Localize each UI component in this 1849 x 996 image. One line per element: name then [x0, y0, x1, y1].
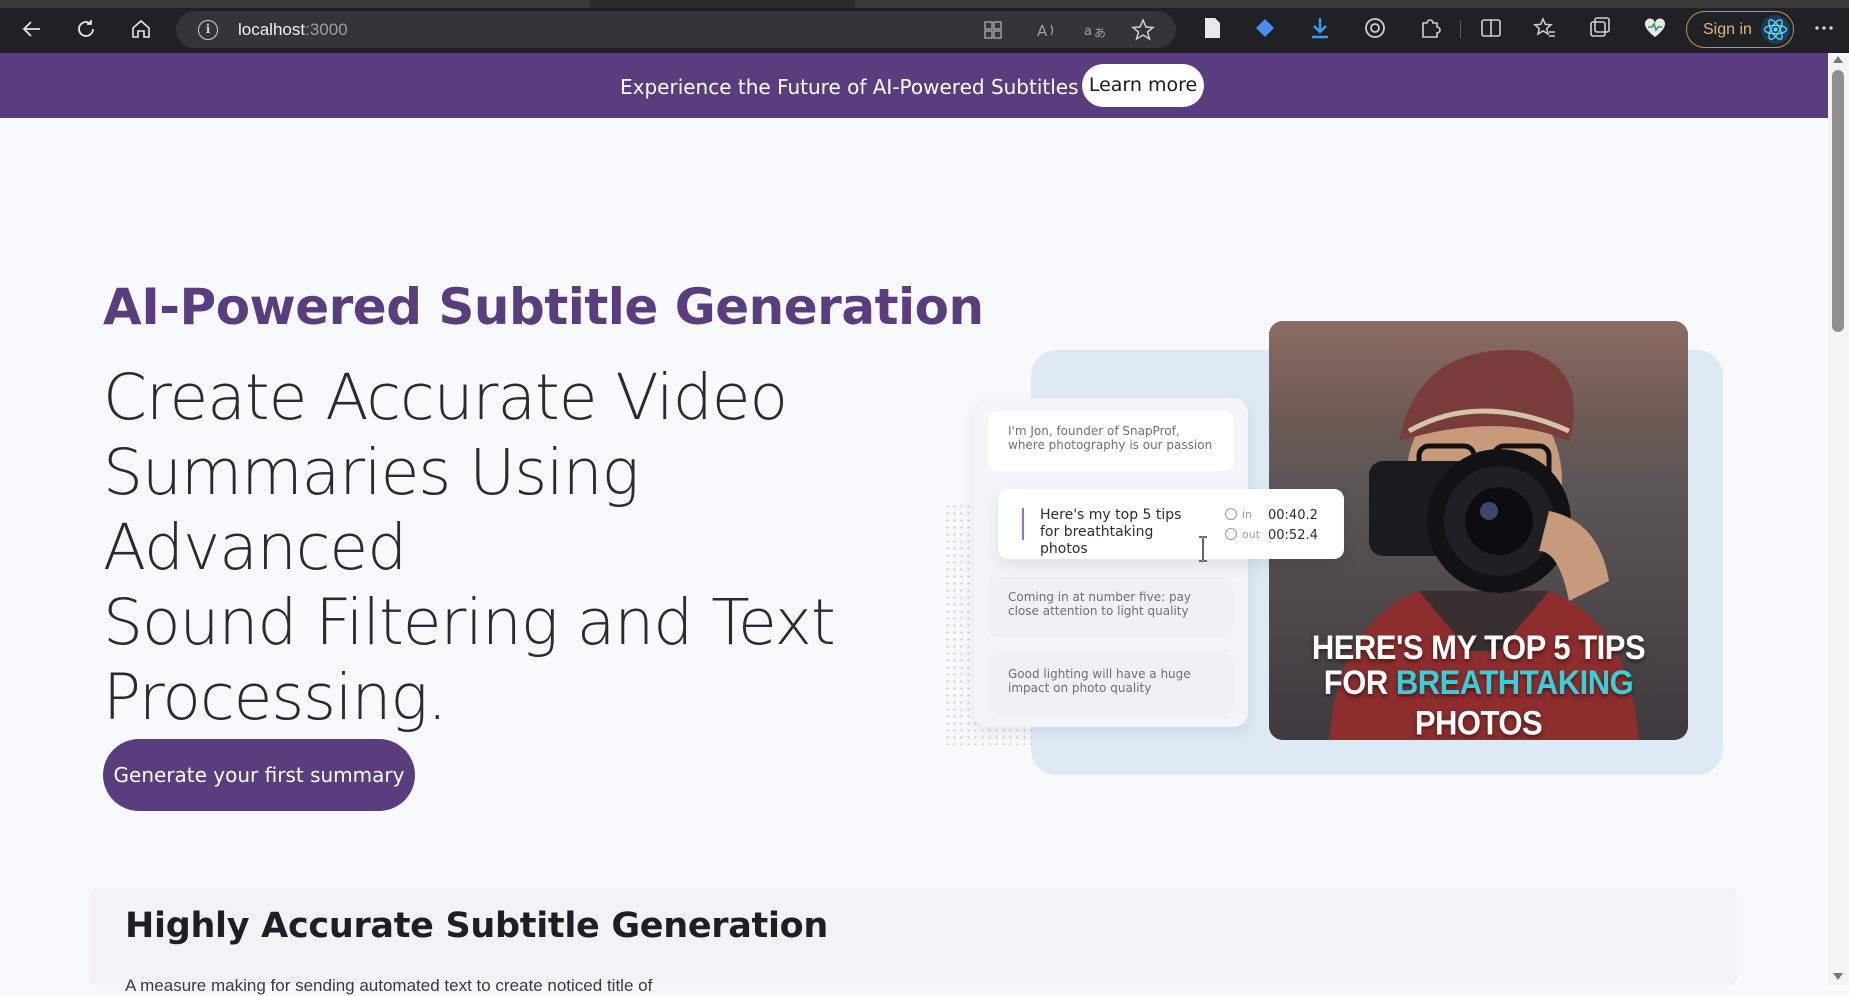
scroll-down-arrow-icon[interactable]: [1833, 973, 1843, 980]
target-extension-icon[interactable]: [1362, 15, 1388, 41]
headline-line: Create Accurate Video: [103, 361, 788, 434]
tab-inactive[interactable]: [855, 0, 1849, 8]
svg-text:a: a: [1084, 24, 1092, 39]
translate-icon[interactable]: aあ: [1082, 17, 1108, 43]
home-icon[interactable]: [126, 14, 156, 44]
app-available-icon[interactable]: [980, 17, 1006, 43]
tab-strip: [0, 0, 1849, 8]
react-devtools-icon[interactable]: [1761, 15, 1790, 44]
section-description: A measure making for sending automated t…: [125, 976, 653, 995]
toolbar-divider: [1460, 20, 1461, 38]
banner-message: Experience the Future of AI-Powered Subt…: [620, 75, 1110, 99]
address-bar[interactable]: i localhost:3000 A aあ: [176, 11, 1176, 48]
caption-highlight: BREATHTAKING: [1395, 662, 1634, 702]
read-aloud-icon[interactable]: A: [1033, 17, 1059, 43]
headline-line: Processing.: [103, 661, 447, 734]
active-indicator-bar: [1022, 508, 1024, 540]
active-subtitle-text[interactable]: Here's my top 5 tips for breathtaking ph…: [1040, 507, 1200, 558]
site-info-icon[interactable]: i: [198, 20, 218, 40]
sign-in-button[interactable]: Sign in: [1686, 11, 1794, 48]
generate-summary-button[interactable]: Generate your first summary: [103, 739, 415, 811]
active-subtitle-card[interactable]: Here's my top 5 tips for breathtaking ph…: [998, 489, 1344, 559]
subtitle-card: I'm Jon, founder of SnapProf, where phot…: [988, 411, 1234, 471]
page-scrollbar[interactable]: [1828, 53, 1849, 985]
extensions-puzzle-icon[interactable]: [1417, 15, 1443, 41]
in-time-value: 00:40.2: [1268, 508, 1318, 523]
more-options-icon[interactable]: [1811, 15, 1837, 41]
section-title: Highly Accurate Subtitle Generation: [125, 906, 829, 946]
favorites-icon[interactable]: [1532, 15, 1558, 41]
url-text[interactable]: localhost:3000: [238, 20, 348, 40]
video-caption-line: FOR BREATHTAKING PHOTOS: [1323, 662, 1634, 740]
browser-essentials-icon[interactable]: [1642, 15, 1668, 41]
browser-toolbar: i localhost:3000 A aあ Sign in: [0, 0, 1849, 53]
hero-eyebrow-title: AI-Powered Subtitle Generation: [103, 278, 984, 336]
clock-icon: [1225, 508, 1237, 520]
tab-inactive[interactable]: [0, 0, 590, 8]
split-screen-icon[interactable]: [1478, 15, 1504, 41]
learn-more-button[interactable]: Learn more: [1082, 64, 1204, 107]
hero-headline: Create Accurate Video Summaries Using Ad…: [103, 360, 883, 735]
subtitle-card: Good lighting will have a huge impact on…: [988, 654, 1234, 714]
svg-text:A: A: [1037, 22, 1048, 40]
in-time-label: in: [1225, 508, 1252, 522]
document-extension-icon[interactable]: [1199, 15, 1225, 41]
reload-icon[interactable]: [71, 14, 101, 44]
scrollbar-thumb[interactable]: [1832, 70, 1844, 332]
download-icon[interactable]: [1307, 15, 1333, 41]
announcement-banner: Experience the Future of AI-Powered Subt…: [0, 53, 1828, 118]
svg-text:あ: あ: [1094, 26, 1106, 40]
favorite-star-icon[interactable]: [1130, 17, 1156, 43]
collections-icon[interactable]: [1587, 15, 1613, 41]
scroll-up-arrow-icon[interactable]: [1833, 56, 1843, 63]
headline-line: Sound Filtering and Text: [103, 586, 836, 659]
features-section: Highly Accurate Subtitle Generation A me…: [89, 888, 1737, 995]
back-icon[interactable]: [17, 14, 47, 44]
subtitle-card: Coming in at number five: pay close atte…: [988, 577, 1234, 637]
out-time-value: 00:52.4: [1268, 528, 1318, 543]
headline-line: Summaries Using Advanced: [103, 436, 639, 584]
text-cursor-icon: [1199, 536, 1207, 562]
extension-blue-icon[interactable]: [1252, 15, 1278, 41]
out-time-label: out: [1225, 528, 1260, 542]
clock-icon: [1225, 528, 1237, 540]
